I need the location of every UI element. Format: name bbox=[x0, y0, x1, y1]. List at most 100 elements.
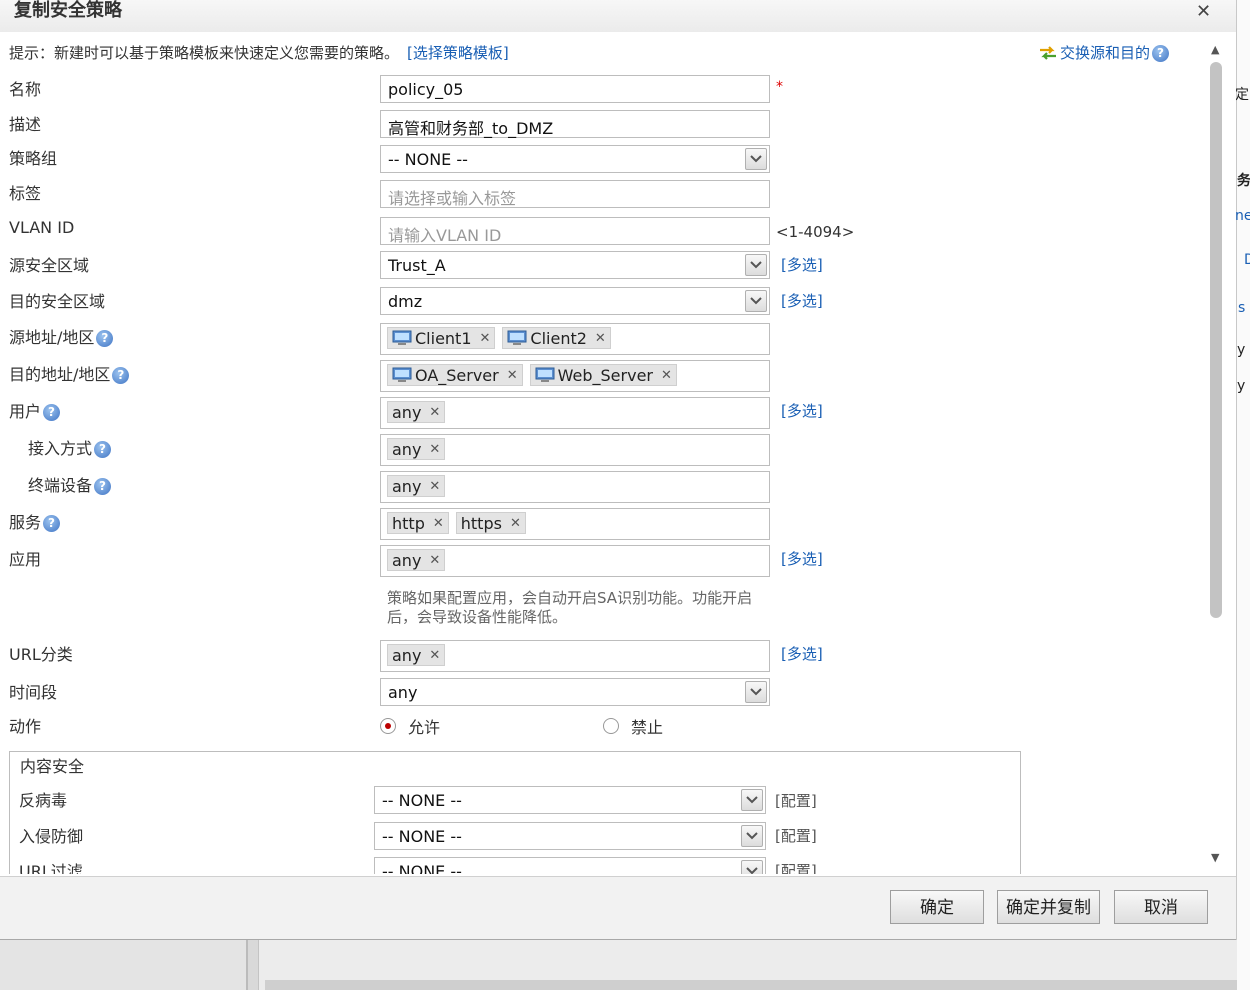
remove-icon[interactable]: ✕ bbox=[429, 648, 440, 663]
dst-addr-input[interactable]: OA_Server ✕ Web_Server ✕ bbox=[380, 360, 770, 392]
tag-input[interactable]: 请选择或输入标签 bbox=[380, 180, 770, 208]
chevron-down-icon[interactable] bbox=[745, 290, 767, 312]
url-category-label: URL分类 bbox=[9, 645, 73, 664]
monitor-icon bbox=[392, 367, 412, 382]
remove-icon[interactable]: ✕ bbox=[429, 405, 440, 420]
user-tag-label: any bbox=[392, 402, 422, 422]
time-range-value: any bbox=[388, 683, 418, 702]
action-allow-radio[interactable]: 允许 bbox=[380, 714, 440, 738]
remove-icon[interactable]: ✕ bbox=[429, 442, 440, 457]
swap-src-dst-link[interactable]: 交换源和目的? bbox=[1038, 42, 1170, 63]
bg-text: D bbox=[1244, 252, 1250, 268]
dst-zone-value: dmz bbox=[388, 292, 423, 311]
cancel-button[interactable]: 取消 bbox=[1114, 890, 1208, 924]
remove-icon[interactable]: ✕ bbox=[507, 368, 518, 383]
scroll-up-icon[interactable]: ▲ bbox=[1211, 43, 1219, 56]
help-icon[interactable]: ? bbox=[96, 330, 114, 347]
select-template-link[interactable]: [选择策略模板] bbox=[407, 44, 509, 62]
application-label: 应用 bbox=[9, 550, 42, 569]
description-input[interactable]: 高管和财务部_to_DMZ bbox=[380, 110, 770, 138]
ok-button[interactable]: 确定 bbox=[890, 890, 984, 924]
url-filter-config-link[interactable]: [配置] bbox=[775, 860, 817, 874]
src-zone-select[interactable]: Trust_A bbox=[380, 251, 770, 279]
application-note: 策略如果配置应用，会自动开启SA识别功能。功能开启后，会导致设备性能降低。 bbox=[387, 589, 753, 626]
help-icon[interactable]: ? bbox=[43, 404, 61, 421]
radio-button[interactable] bbox=[603, 718, 619, 734]
src-zone-multi-select[interactable]: [多选] bbox=[781, 254, 823, 275]
url-filter-select[interactable]: -- NONE -- bbox=[374, 857, 766, 874]
address-tag-label: OA_Server bbox=[415, 365, 499, 385]
tag-placeholder: 请选择或输入标签 bbox=[388, 189, 517, 208]
user-input[interactable]: any ✕ bbox=[380, 397, 770, 429]
help-icon[interactable]: ? bbox=[94, 478, 112, 495]
user-multi-select[interactable]: [多选] bbox=[781, 400, 823, 421]
terminal-input[interactable]: any ✕ bbox=[380, 471, 770, 503]
remove-icon[interactable]: ✕ bbox=[595, 331, 606, 346]
chevron-down-icon[interactable] bbox=[741, 789, 763, 811]
url-category-multi-select[interactable]: [多选] bbox=[781, 643, 823, 664]
dialog-footer: 确定 确定并复制 取消 bbox=[0, 876, 1236, 939]
help-icon[interactable]: ? bbox=[1152, 45, 1170, 62]
dialog-titlebar: 复制安全策略 ✕ bbox=[0, 0, 1236, 32]
address-tag: Client2 ✕ bbox=[502, 327, 611, 349]
address-tag: Web_Server ✕ bbox=[529, 364, 677, 386]
time-range-select[interactable]: any bbox=[380, 678, 770, 706]
url-category-tag: any ✕ bbox=[387, 644, 446, 666]
dialog-content: 提示：新建时可以基于策略模板来快速定义您需要的策略。 [选择策略模板] 交换源和目… bbox=[0, 34, 1206, 874]
bg-text: ne bbox=[1235, 208, 1250, 224]
url-category-input[interactable]: any ✕ bbox=[380, 640, 770, 672]
scrollbar-thumb[interactable] bbox=[1210, 62, 1222, 618]
hint-message: 提示：新建时可以基于策略模板来快速定义您需要的策略。 bbox=[9, 44, 400, 62]
ips-config-link[interactable]: [配置] bbox=[775, 825, 817, 846]
remove-icon[interactable]: ✕ bbox=[433, 516, 444, 531]
background-panel bbox=[258, 940, 1237, 990]
scroll-down-icon[interactable]: ▼ bbox=[1211, 851, 1219, 864]
required-mark: * bbox=[776, 79, 783, 95]
help-icon[interactable]: ? bbox=[43, 515, 61, 532]
bg-text: y bbox=[1237, 378, 1246, 394]
dst-zone-multi-select[interactable]: [多选] bbox=[781, 290, 823, 311]
access-mode-label: 接入方式? bbox=[28, 435, 112, 459]
chevron-down-icon[interactable] bbox=[745, 148, 767, 170]
help-icon[interactable]: ? bbox=[94, 441, 112, 458]
vlan-input[interactable]: 请输入VLAN ID bbox=[380, 217, 770, 245]
chevron-down-icon[interactable] bbox=[745, 681, 767, 703]
monitor-icon bbox=[392, 330, 412, 345]
remove-icon[interactable]: ✕ bbox=[510, 516, 521, 531]
close-icon[interactable]: ✕ bbox=[1196, 1, 1211, 22]
application-tag-label: any bbox=[392, 550, 422, 570]
remove-icon[interactable]: ✕ bbox=[480, 331, 491, 346]
access-mode-label-text: 接入方式 bbox=[28, 439, 93, 458]
remove-icon[interactable]: ✕ bbox=[429, 553, 440, 568]
remove-icon[interactable]: ✕ bbox=[429, 479, 440, 494]
remove-icon[interactable]: ✕ bbox=[661, 368, 672, 383]
service-input[interactable]: http ✕ https ✕ bbox=[380, 508, 770, 540]
action-deny-radio[interactable]: 禁止 bbox=[603, 714, 663, 738]
src-addr-label-text: 源地址/地区 bbox=[9, 328, 95, 347]
application-multi-select[interactable]: [多选] bbox=[781, 548, 823, 569]
url-category-tag-label: any bbox=[392, 645, 422, 665]
application-input[interactable]: any ✕ bbox=[380, 545, 770, 577]
help-icon[interactable]: ? bbox=[112, 367, 130, 384]
chevron-down-icon[interactable] bbox=[745, 254, 767, 276]
radio-button[interactable] bbox=[380, 718, 396, 734]
access-mode-input[interactable]: any ✕ bbox=[380, 434, 770, 466]
chevron-down-icon[interactable] bbox=[741, 860, 763, 874]
antivirus-config-link[interactable]: [配置] bbox=[775, 790, 817, 811]
url-filter-value: -- NONE -- bbox=[382, 862, 462, 874]
address-tag: OA_Server ✕ bbox=[387, 364, 523, 386]
time-range-label: 时间段 bbox=[9, 683, 58, 702]
antivirus-select[interactable]: -- NONE -- bbox=[374, 786, 766, 814]
user-tag: any ✕ bbox=[387, 401, 446, 423]
src-addr-input[interactable]: Client1 ✕ Client2 ✕ bbox=[380, 323, 770, 355]
dst-zone-select[interactable]: dmz bbox=[380, 287, 770, 315]
address-tag: Client1 ✕ bbox=[387, 327, 496, 349]
policy-group-select[interactable]: -- NONE -- bbox=[380, 145, 770, 173]
name-input[interactable]: policy_05 bbox=[380, 75, 770, 103]
chevron-down-icon[interactable] bbox=[741, 825, 763, 847]
terminal-tag-label: any bbox=[392, 476, 422, 496]
ok-and-copy-button[interactable]: 确定并复制 bbox=[997, 890, 1100, 924]
ips-select[interactable]: -- NONE -- bbox=[374, 822, 766, 850]
vlan-label: VLAN ID bbox=[9, 218, 75, 237]
address-tag-label: Web_Server bbox=[557, 365, 653, 385]
